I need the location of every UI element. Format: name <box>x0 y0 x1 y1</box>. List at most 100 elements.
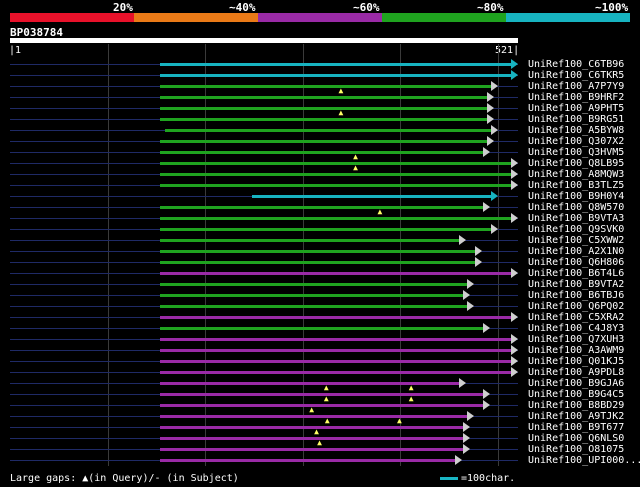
hit-arrow <box>490 125 498 135</box>
hit-label[interactable]: UniRef100_B3TLZ5 <box>528 180 624 191</box>
hit-arrow <box>486 92 494 102</box>
hit-bar[interactable] <box>160 162 511 165</box>
hit-bar[interactable] <box>252 195 491 198</box>
hit-label[interactable]: UniRef100_O81075 <box>528 444 624 455</box>
hit-label[interactable]: UniRef100_C6TB96 <box>528 59 624 70</box>
hit-arrow <box>482 400 490 410</box>
hit-label[interactable]: UniRef100_B9G4C5 <box>528 389 624 400</box>
hit-bar[interactable] <box>160 327 483 330</box>
hit-bar[interactable] <box>160 63 511 66</box>
gap-marker: ▲ <box>338 86 344 95</box>
hit-bar[interactable] <box>160 173 511 176</box>
hit-bar[interactable] <box>160 74 511 77</box>
hit-label[interactable]: UniRef100_A9PDL8 <box>528 367 624 378</box>
hit-label[interactable]: UniRef100_B9VTA2 <box>528 279 624 290</box>
hit-bar[interactable] <box>160 206 483 209</box>
hit-label[interactable]: UniRef100_B9RG51 <box>528 114 624 125</box>
hit-label[interactable]: UniRef100_Q7XUH3 <box>528 334 624 345</box>
hit-bar[interactable] <box>160 294 464 297</box>
hit-bar[interactable] <box>160 437 464 440</box>
hit-bar[interactable] <box>160 85 491 88</box>
hit-bar[interactable] <box>160 459 456 462</box>
hit-label[interactable]: UniRef100_A5BYW8 <box>528 125 624 136</box>
hit-bar[interactable] <box>160 118 487 121</box>
hit-arrow <box>490 191 498 201</box>
hit-bar[interactable] <box>160 360 511 363</box>
hit-bar[interactable] <box>160 371 511 374</box>
hit-label[interactable]: UniRef100_A9TJK2 <box>528 411 624 422</box>
hit-label[interactable]: UniRef100_B9VTA3 <box>528 213 624 224</box>
alignment-rows: UniRef100_C6TB96 UniRef100_C6TKR5 UniRef10… <box>0 0 640 487</box>
hit-bar[interactable] <box>160 316 511 319</box>
hit-arrow <box>511 334 518 344</box>
hit-label[interactable]: UniRef100_A2X1N0 <box>528 246 624 257</box>
hit-bar[interactable] <box>160 283 468 286</box>
hit-label[interactable]: UniRef100_C6TKR5 <box>528 70 624 81</box>
hit-label[interactable]: UniRef100_Q6NLS0 <box>528 433 624 444</box>
hit-bar[interactable] <box>160 426 464 429</box>
gap-legend: Large gaps: ▲(in Query)/- (in Subject) <box>10 473 239 484</box>
hit-label[interactable]: UniRef100_Q3HVM5 <box>528 147 624 158</box>
hit-label[interactable]: UniRef100_Q8LB95 <box>528 158 624 169</box>
hit-label[interactable]: UniRef100_Q8W570 <box>528 202 624 213</box>
hit-arrow <box>511 59 518 69</box>
hit-label[interactable]: UniRef100_A3AWM9 <box>528 345 624 356</box>
hit-label[interactable]: UniRef100_C5XRA2 <box>528 312 624 323</box>
hit-bar[interactable] <box>160 338 511 341</box>
hit-bar[interactable] <box>160 217 511 220</box>
hit-arrow <box>474 246 482 256</box>
hit-bar[interactable] <box>160 272 511 275</box>
hit-bar[interactable] <box>160 140 487 143</box>
hit-bar[interactable] <box>160 305 468 308</box>
hit-bar[interactable] <box>165 129 491 132</box>
hit-label[interactable]: UniRef100_B6TBJ6 <box>528 290 624 301</box>
hit-bar[interactable] <box>160 382 460 385</box>
scale-legend: =100char. <box>440 473 515 484</box>
hit-bar[interactable] <box>160 393 483 396</box>
hit-arrow <box>482 323 490 333</box>
hit-bar[interactable] <box>160 239 460 242</box>
hit-bar[interactable] <box>160 404 483 407</box>
hit-bar[interactable] <box>160 96 487 99</box>
hit-arrow <box>511 356 518 366</box>
hit-label[interactable]: UniRef100_B9GJA6 <box>528 378 624 389</box>
hit-label[interactable]: UniRef100_B9H0Y4 <box>528 191 624 202</box>
hit-label[interactable]: UniRef100_B8BD29 <box>528 400 624 411</box>
hit-label[interactable]: UniRef100_Q6PQ02 <box>528 301 624 312</box>
gap-marker: ▲ <box>338 108 344 117</box>
hit-arrow <box>486 136 494 146</box>
hit-label[interactable]: UniRef100_A8MQW3 <box>528 169 624 180</box>
hit-label[interactable]: UniRef100_Q9SVK0 <box>528 224 624 235</box>
hit-bar[interactable] <box>160 349 511 352</box>
hit-arrow <box>474 257 482 267</box>
hit-label[interactable]: UniRef100_C5XWW2 <box>528 235 624 246</box>
hit-bar[interactable] <box>160 415 468 418</box>
hit-arrow <box>459 378 467 388</box>
hit-label[interactable]: UniRef100_B9HRF2 <box>528 92 624 103</box>
hit-arrow <box>482 389 490 399</box>
hit-arrow <box>455 455 463 465</box>
hit-bar[interactable] <box>160 184 511 187</box>
hit-label[interactable]: UniRef100_Q6H806 <box>528 257 624 268</box>
hit-label[interactable]: UniRef100_B9T677 <box>528 422 624 433</box>
gap-marker: ▲ <box>323 394 329 403</box>
hit-arrow <box>511 180 518 190</box>
hit-label[interactable]: UniRef100_C4J8Y3 <box>528 323 624 334</box>
hit-arrow <box>490 224 498 234</box>
hit-arrow <box>511 169 518 179</box>
hit-label[interactable]: UniRef100_A9PHT5 <box>528 103 624 114</box>
hit-bar[interactable] <box>160 250 475 253</box>
hit-bar[interactable] <box>160 107 487 110</box>
hit-label[interactable]: UniRef100_Q307X2 <box>528 136 624 147</box>
hit-bar[interactable] <box>160 151 483 154</box>
hit-bar[interactable] <box>160 228 491 231</box>
hit-arrow <box>463 290 471 300</box>
hit-label[interactable]: UniRef100_UPI000... <box>528 455 640 466</box>
hit-label[interactable]: UniRef100_B6T4L6 <box>528 268 624 279</box>
hit-label[interactable]: UniRef100_Q01KJ5 <box>528 356 624 367</box>
hit-label[interactable]: UniRef100_A7P7Y9 <box>528 81 624 92</box>
hit-bar[interactable] <box>160 261 475 264</box>
hit-arrow <box>467 279 475 289</box>
gap-marker: ▲ <box>353 152 358 161</box>
hit-bar[interactable] <box>160 448 464 451</box>
